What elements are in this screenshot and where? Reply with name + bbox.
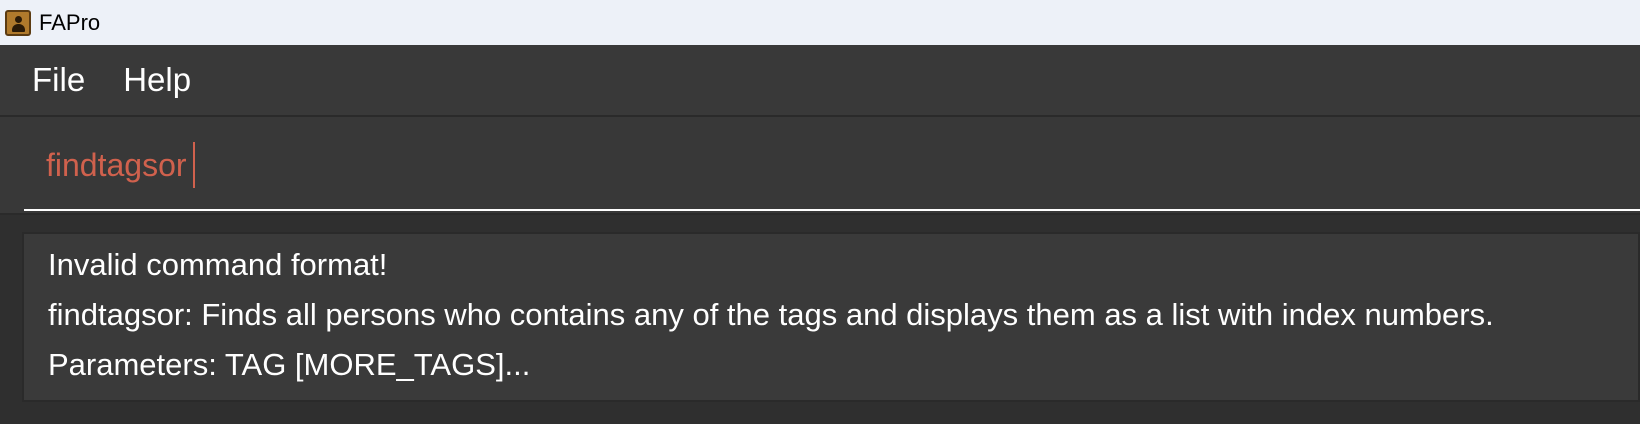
command-box-container: findtagsor [0,115,1640,215]
menu-help[interactable]: Help [123,61,191,99]
result-line-parameters: Parameters: TAG [MORE_TAGS]... [48,347,531,382]
menu-bar: File Help [0,45,1640,115]
result-display-container: Invalid command format! findtagsor: Find… [0,217,1640,424]
text-caret [192,142,195,188]
window-title: FAPro [39,9,101,35]
result-display[interactable]: Invalid command format! findtagsor: Find… [22,232,1640,402]
address-book-icon [5,9,31,36]
result-line-usage: findtagsor: Finds all persons who contai… [48,297,1494,332]
command-input[interactable]: findtagsor [24,121,1640,211]
result-line-error: Invalid command format! [48,247,388,282]
command-input-text: findtagsor [46,146,187,183]
title-bar: FAPro [0,0,1640,45]
menu-file[interactable]: File [32,61,85,99]
